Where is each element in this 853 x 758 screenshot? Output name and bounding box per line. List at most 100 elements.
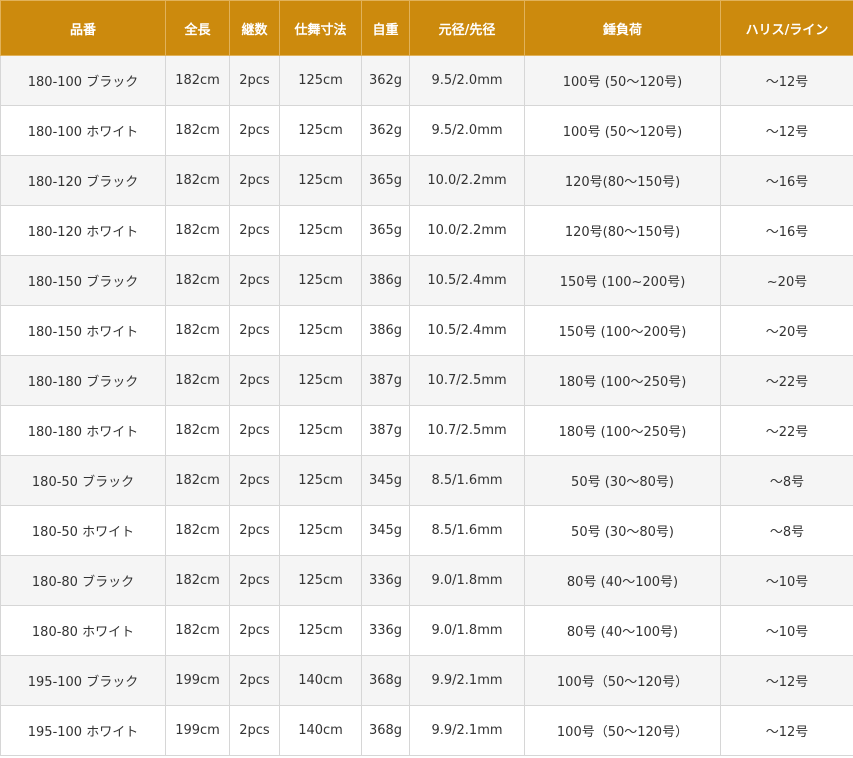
cell-harris-line: ～12号 bbox=[720, 55, 853, 106]
cell-butt-tip-diameter: 9.0/1.8mm bbox=[409, 555, 525, 606]
cell-harris-line: ～10号 bbox=[720, 555, 853, 606]
table-row: 180-100 ホワイト 182cm 2pcs 125cm 362g 9.5/2.0mm 1… bbox=[0, 105, 853, 156]
cell-butt-tip-diameter: 10.5/2.4mm bbox=[409, 255, 525, 306]
cell-part-number: 195-100 ホワイト bbox=[0, 705, 166, 756]
cell-part-number: 180-120 ブラック bbox=[0, 155, 166, 206]
cell-harris-line: ～12号 bbox=[720, 705, 853, 756]
cell-closed-length: 125cm bbox=[279, 505, 362, 556]
cell-part-number: 180-150 ブラック bbox=[0, 255, 166, 306]
cell-closed-length: 125cm bbox=[279, 255, 362, 306]
cell-weight: 368g bbox=[361, 655, 410, 706]
cell-total-length: 182cm bbox=[165, 405, 230, 456]
cell-part-number: 180-80 ブラック bbox=[0, 555, 166, 606]
cell-pieces: 2pcs bbox=[229, 305, 280, 356]
header-harris-line: ハリス/ライン bbox=[720, 0, 853, 56]
cell-harris-line: ~20号 bbox=[720, 255, 853, 306]
cell-part-number: 180-180 ブラック bbox=[0, 355, 166, 406]
cell-pieces: 2pcs bbox=[229, 455, 280, 506]
cell-sinker-load: 100号 (50～120号) bbox=[524, 105, 721, 156]
cell-weight: 365g bbox=[361, 155, 410, 206]
table-row: 180-120 ホワイト 182cm 2pcs 125cm 365g 10.0/2.2mm… bbox=[0, 205, 853, 256]
cell-weight: 362g bbox=[361, 55, 410, 106]
cell-closed-length: 125cm bbox=[279, 55, 362, 106]
cell-harris-line: ～22号 bbox=[720, 355, 853, 406]
cell-closed-length: 125cm bbox=[279, 205, 362, 256]
table-row: 180-80 ブラック 182cm 2pcs 125cm 336g 9.0/1.8mm 80… bbox=[0, 555, 853, 606]
cell-sinker-load: 180号 (100～250号) bbox=[524, 405, 721, 456]
header-total-length: 全長 bbox=[165, 0, 230, 56]
cell-weight: 365g bbox=[361, 205, 410, 256]
cell-part-number: 180-180 ホワイト bbox=[0, 405, 166, 456]
cell-total-length: 182cm bbox=[165, 105, 230, 156]
cell-sinker-load: 100号（50～120号） bbox=[524, 655, 721, 706]
cell-closed-length: 125cm bbox=[279, 555, 362, 606]
cell-weight: 386g bbox=[361, 255, 410, 306]
cell-total-length: 182cm bbox=[165, 605, 230, 656]
header-pieces: 継数 bbox=[229, 0, 280, 56]
header-closed-length: 仕舞寸法 bbox=[279, 0, 362, 56]
cell-weight: 387g bbox=[361, 405, 410, 456]
cell-pieces: 2pcs bbox=[229, 705, 280, 756]
cell-part-number: 180-80 ホワイト bbox=[0, 605, 166, 656]
cell-part-number: 180-120 ホワイト bbox=[0, 205, 166, 256]
cell-pieces: 2pcs bbox=[229, 555, 280, 606]
table-row: 195-100 ホワイト 199cm 2pcs 140cm 368g 9.9/2.1mm 1… bbox=[0, 705, 853, 756]
cell-total-length: 199cm bbox=[165, 705, 230, 756]
cell-closed-length: 125cm bbox=[279, 405, 362, 456]
cell-harris-line: ～10号 bbox=[720, 605, 853, 656]
cell-total-length: 182cm bbox=[165, 305, 230, 356]
cell-total-length: 182cm bbox=[165, 155, 230, 206]
cell-sinker-load: 120号(80～150号) bbox=[524, 205, 721, 256]
cell-total-length: 182cm bbox=[165, 505, 230, 556]
cell-harris-line: ～22号 bbox=[720, 405, 853, 456]
cell-total-length: 182cm bbox=[165, 255, 230, 306]
cell-harris-line: ～8号 bbox=[720, 505, 853, 556]
cell-pieces: 2pcs bbox=[229, 55, 280, 106]
cell-sinker-load: 150号 (100～200号) bbox=[524, 305, 721, 356]
cell-pieces: 2pcs bbox=[229, 355, 280, 406]
cell-closed-length: 125cm bbox=[279, 305, 362, 356]
header-part-number: 品番 bbox=[0, 0, 166, 56]
cell-butt-tip-diameter: 10.5/2.4mm bbox=[409, 305, 525, 356]
cell-weight: 368g bbox=[361, 705, 410, 756]
cell-sinker-load: 100号（50～120号） bbox=[524, 705, 721, 756]
cell-weight: 362g bbox=[361, 105, 410, 156]
table-header-row: 品番 全長 継数 仕舞寸法 自重 元径/先径 錘負荷 ハリス/ライン bbox=[0, 0, 853, 56]
table-row: 180-80 ホワイト 182cm 2pcs 125cm 336g 9.0/1.8mm 80… bbox=[0, 605, 853, 656]
cell-weight: 345g bbox=[361, 455, 410, 506]
cell-pieces: 2pcs bbox=[229, 205, 280, 256]
cell-sinker-load: 150号 (100~200号) bbox=[524, 255, 721, 306]
cell-weight: 386g bbox=[361, 305, 410, 356]
cell-butt-tip-diameter: 9.9/2.1mm bbox=[409, 705, 525, 756]
cell-pieces: 2pcs bbox=[229, 505, 280, 556]
cell-weight: 345g bbox=[361, 505, 410, 556]
cell-harris-line: ～16号 bbox=[720, 205, 853, 256]
cell-pieces: 2pcs bbox=[229, 155, 280, 206]
cell-pieces: 2pcs bbox=[229, 255, 280, 306]
cell-sinker-load: 50号 (30～80号) bbox=[524, 455, 721, 506]
header-sinker-load: 錘負荷 bbox=[524, 0, 721, 56]
cell-closed-length: 125cm bbox=[279, 155, 362, 206]
cell-butt-tip-diameter: 9.5/2.0mm bbox=[409, 55, 525, 106]
cell-total-length: 199cm bbox=[165, 655, 230, 706]
cell-harris-line: ～8号 bbox=[720, 455, 853, 506]
cell-weight: 336g bbox=[361, 605, 410, 656]
cell-harris-line: ～20号 bbox=[720, 305, 853, 356]
cell-weight: 387g bbox=[361, 355, 410, 406]
cell-part-number: 180-100 ブラック bbox=[0, 55, 166, 106]
cell-butt-tip-diameter: 8.5/1.6mm bbox=[409, 455, 525, 506]
cell-closed-length: 125cm bbox=[279, 105, 362, 156]
cell-closed-length: 125cm bbox=[279, 355, 362, 406]
cell-harris-line: ～16号 bbox=[720, 155, 853, 206]
cell-total-length: 182cm bbox=[165, 355, 230, 406]
table-row: 180-50 ブラック 182cm 2pcs 125cm 345g 8.5/1.6mm 50… bbox=[0, 455, 853, 506]
cell-pieces: 2pcs bbox=[229, 605, 280, 656]
table-row: 195-100 ブラック 199cm 2pcs 140cm 368g 9.9/2.1mm 1… bbox=[0, 655, 853, 706]
cell-sinker-load: 120号(80～150号) bbox=[524, 155, 721, 206]
cell-closed-length: 125cm bbox=[279, 605, 362, 656]
table-row: 180-50 ホワイト 182cm 2pcs 125cm 345g 8.5/1.6mm 50… bbox=[0, 505, 853, 556]
cell-closed-length: 125cm bbox=[279, 455, 362, 506]
cell-butt-tip-diameter: 10.7/2.5mm bbox=[409, 405, 525, 456]
table-row: 180-100 ブラック 182cm 2pcs 125cm 362g 9.5/2.0mm 1… bbox=[0, 55, 853, 106]
cell-harris-line: ～12号 bbox=[720, 655, 853, 706]
